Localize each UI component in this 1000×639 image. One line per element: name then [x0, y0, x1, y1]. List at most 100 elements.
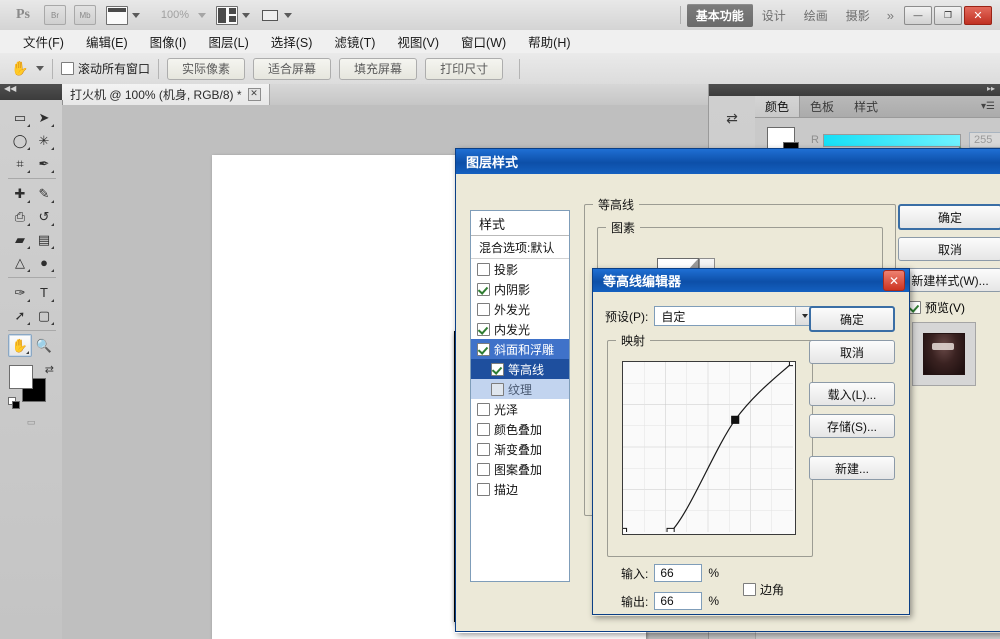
default-colors-icon[interactable]: [8, 397, 18, 407]
drop-shadow-checkbox[interactable]: [477, 263, 490, 276]
layer-style-cancel-button[interactable]: 取消: [898, 237, 1000, 261]
history-panel-icon[interactable]: ⇄: [717, 104, 747, 132]
contour-new-button[interactable]: 新建...: [809, 456, 895, 480]
swap-colors-icon[interactable]: ⇄: [45, 363, 54, 376]
menu-file[interactable]: 文件(F): [12, 30, 75, 53]
style-item-color-overlay[interactable]: 颜色叠加: [471, 419, 569, 439]
style-item-pattern-overlay[interactable]: 图案叠加: [471, 459, 569, 479]
contour-cancel-button[interactable]: 取消: [809, 340, 895, 364]
contour-load-button[interactable]: 载入(L)...: [809, 382, 895, 406]
panel-menu-icon[interactable]: ▾☰: [981, 96, 1000, 117]
print-size-button[interactable]: 打印尺寸: [425, 58, 503, 80]
pen-tool[interactable]: ✑: [8, 281, 32, 304]
scroll-all-windows-checkbox[interactable]: [61, 62, 74, 75]
menu-view[interactable]: 视图(V): [386, 30, 450, 53]
new-style-button[interactable]: 新建样式(W)...: [898, 268, 1000, 292]
minimize-button[interactable]: —: [904, 6, 932, 25]
screen-mode-dropdown[interactable]: [260, 7, 292, 24]
contour-save-button[interactable]: 存储(S)...: [809, 414, 895, 438]
style-list[interactable]: 样式 混合选项:默认 投影 内阴影 外发光 内发光: [470, 210, 570, 582]
blur-tool[interactable]: △: [8, 251, 32, 274]
style-item-bevel-emboss[interactable]: 斜面和浮雕: [471, 339, 569, 359]
clone-stamp-tool[interactable]: ⎙: [8, 205, 32, 228]
workspace-tab-essentials[interactable]: 基本功能: [687, 4, 753, 27]
zoom-level-field[interactable]: 100%: [156, 9, 194, 21]
hand-tool[interactable]: ✋: [8, 334, 32, 357]
history-brush-tool[interactable]: ↺: [32, 205, 56, 228]
zoom-tool[interactable]: 🔍: [32, 334, 56, 357]
quick-mask-toggle[interactable]: ▭: [8, 417, 56, 428]
workspace-overflow-icon[interactable]: »: [879, 8, 902, 23]
bevel-emboss-checkbox[interactable]: [477, 343, 490, 356]
shape-tool[interactable]: ▢: [32, 304, 56, 327]
workspace-tab-design[interactable]: 设计: [753, 4, 795, 27]
contour-checkbox[interactable]: [491, 363, 504, 376]
output-value-field[interactable]: 66: [654, 592, 702, 610]
style-item-gradient-overlay[interactable]: 渐变叠加: [471, 439, 569, 459]
red-channel-value[interactable]: 255: [969, 132, 1000, 148]
contour-editor-close-icon[interactable]: ✕: [883, 270, 905, 291]
magic-wand-tool[interactable]: ✳: [32, 129, 56, 152]
style-item-inner-shadow[interactable]: 内阴影: [471, 279, 569, 299]
view-extras-dropdown[interactable]: [106, 6, 140, 25]
tab-color[interactable]: 颜色: [755, 96, 800, 117]
style-item-inner-glow[interactable]: 内发光: [471, 319, 569, 339]
healing-brush-tool[interactable]: ✚: [8, 182, 32, 205]
menu-filter[interactable]: 滤镜(T): [323, 30, 386, 53]
foreground-color-swatch[interactable]: [9, 365, 33, 389]
hand-tool-icon[interactable]: ✋: [8, 58, 32, 80]
brush-tool[interactable]: ✎: [32, 182, 56, 205]
menu-select[interactable]: 选择(S): [260, 30, 324, 53]
arrange-documents-dropdown[interactable]: [216, 6, 250, 25]
style-item-satin[interactable]: 光泽: [471, 399, 569, 419]
menu-help[interactable]: 帮助(H): [517, 30, 581, 53]
style-item-drop-shadow[interactable]: 投影: [471, 259, 569, 279]
mini-bridge-icon[interactable]: Mb: [74, 5, 96, 25]
style-item-outer-glow[interactable]: 外发光: [471, 299, 569, 319]
tab-styles[interactable]: 样式: [844, 96, 888, 117]
gradient-overlay-checkbox[interactable]: [477, 443, 490, 456]
color-overlay-checkbox[interactable]: [477, 423, 490, 436]
menu-layer[interactable]: 图层(L): [197, 30, 259, 53]
contour-ok-button[interactable]: 确定: [809, 306, 895, 332]
blending-options-item[interactable]: 混合选项:默认: [471, 236, 569, 259]
contour-curve-svg[interactable]: [623, 362, 793, 532]
style-item-texture[interactable]: 纹理: [471, 379, 569, 399]
document-close-icon[interactable]: ✕: [248, 88, 261, 101]
move-tool[interactable]: ➤: [32, 106, 56, 129]
layer-style-ok-button[interactable]: 确定: [898, 204, 1000, 230]
menu-window[interactable]: 窗口(W): [450, 30, 517, 53]
fill-screen-button[interactable]: 填充屏幕: [339, 58, 417, 80]
style-item-contour[interactable]: 等高线: [471, 359, 569, 379]
marquee-tool[interactable]: ▭: [8, 106, 32, 129]
type-tool[interactable]: T: [32, 281, 56, 304]
layer-style-titlebar[interactable]: 图层样式: [455, 148, 1000, 174]
gradient-tool[interactable]: ▤: [32, 228, 56, 251]
pattern-overlay-checkbox[interactable]: [477, 463, 490, 476]
dodge-tool[interactable]: ●: [32, 251, 56, 274]
preset-dropdown[interactable]: 自定: [654, 306, 814, 326]
workspace-tab-photography[interactable]: 摄影: [837, 4, 879, 27]
actual-pixels-button[interactable]: 实际像素: [167, 58, 245, 80]
menu-image[interactable]: 图像(I): [139, 30, 198, 53]
contour-curve-graph[interactable]: [622, 361, 796, 535]
zoom-chevron-down-icon[interactable]: [198, 13, 206, 18]
document-tab[interactable]: 打火机 @ 100% (机身, RGB/8) * ✕: [62, 84, 270, 105]
right-dock-collapse-handle[interactable]: ▸▸: [709, 84, 1000, 96]
red-channel-slider[interactable]: [823, 134, 961, 147]
inner-glow-checkbox[interactable]: [477, 323, 490, 336]
eyedropper-tool[interactable]: ✒: [32, 152, 56, 175]
tab-swatches[interactable]: 色板: [800, 96, 844, 117]
tool-preset-chevron-down-icon[interactable]: [36, 66, 44, 71]
bridge-icon[interactable]: Br: [44, 5, 66, 25]
eraser-tool[interactable]: ▰: [8, 228, 32, 251]
maximize-button[interactable]: ❐: [934, 6, 962, 25]
menu-edit[interactable]: 编辑(E): [75, 30, 139, 53]
inner-shadow-checkbox[interactable]: [477, 283, 490, 296]
texture-checkbox[interactable]: [491, 383, 504, 396]
style-item-stroke[interactable]: 描边: [471, 479, 569, 499]
preview-row[interactable]: 预览(V): [898, 299, 1000, 316]
contour-editor-titlebar[interactable]: 等高线编辑器 ✕: [592, 268, 910, 292]
satin-checkbox[interactable]: [477, 403, 490, 416]
stroke-checkbox[interactable]: [477, 483, 490, 496]
